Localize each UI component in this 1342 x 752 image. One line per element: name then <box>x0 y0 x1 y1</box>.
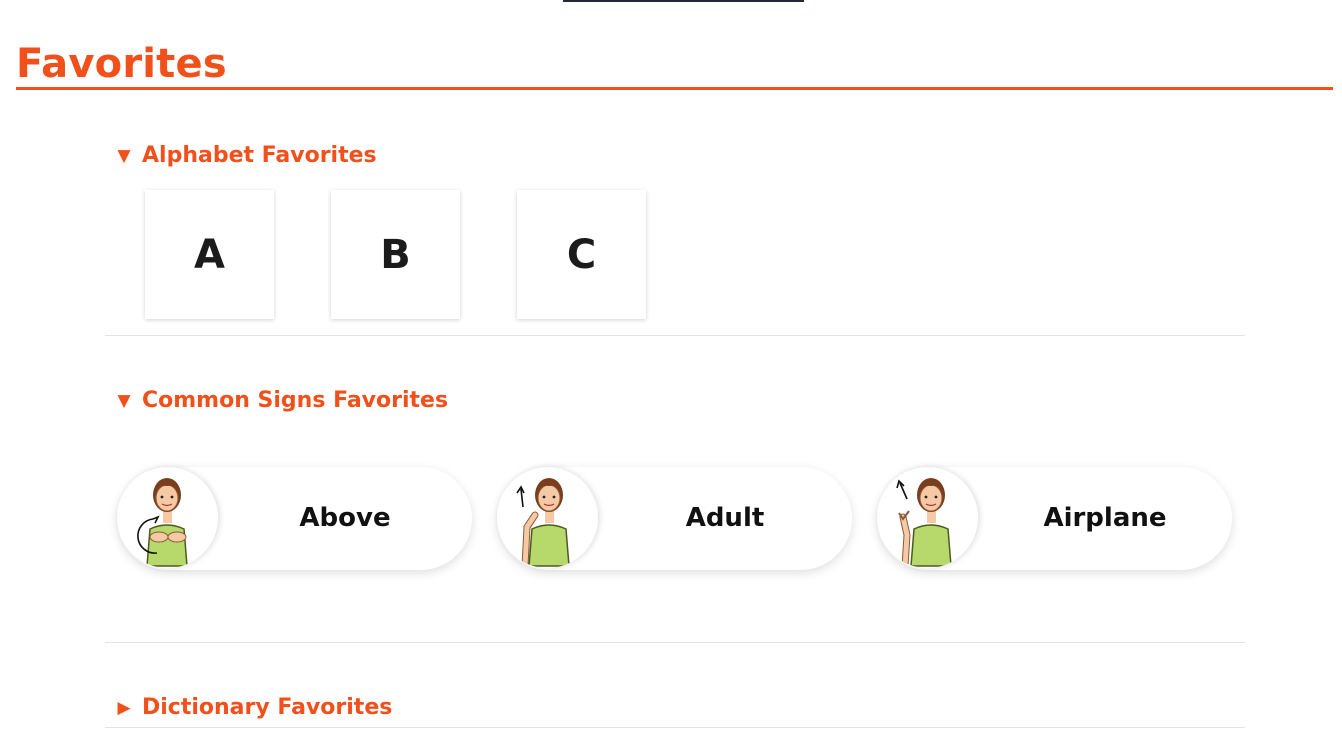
section-title: Common Signs Favorites <box>142 388 449 413</box>
title-underline <box>16 87 1333 90</box>
alphabet-favorites-toggle[interactable]: ▼ Alphabet Favorites <box>114 143 377 168</box>
person-signing-airplane-icon <box>877 467 978 568</box>
page-title: Favorites <box>16 41 227 87</box>
section-divider <box>105 727 1245 728</box>
person-signing-adult-icon <box>497 467 598 568</box>
dictionary-favorites-toggle[interactable]: ▶ Dictionary Favorites <box>114 695 392 720</box>
triangle-right-icon: ▶ <box>117 697 131 718</box>
alphabet-card-c[interactable]: C <box>517 190 646 319</box>
section-divider <box>105 642 1245 643</box>
sign-card-above[interactable]: Above <box>117 467 472 570</box>
sign-label: Airplane <box>1043 503 1167 533</box>
sign-card-airplane[interactable]: Airplane <box>877 467 1232 570</box>
section-title: Alphabet Favorites <box>142 143 377 168</box>
alphabet-card-a[interactable]: A <box>145 190 274 319</box>
triangle-down-icon: ▼ <box>117 390 131 411</box>
section-title: Dictionary Favorites <box>142 695 393 720</box>
section-divider <box>105 335 1245 336</box>
triangle-down-icon: ▼ <box>117 145 131 166</box>
sign-card-adult[interactable]: Adult <box>497 467 852 570</box>
person-signing-above-icon <box>117 467 218 568</box>
sign-label: Adult <box>685 503 765 533</box>
common-signs-favorites-toggle[interactable]: ▼ Common Signs Favorites <box>114 388 448 413</box>
favorites-page: Favorites ▼ Alphabet Favorites A B C ▼ C… <box>0 0 1342 752</box>
alphabet-card-b[interactable]: B <box>331 190 460 319</box>
top-nav-indicator <box>563 0 804 2</box>
sign-label: Above <box>299 503 391 533</box>
